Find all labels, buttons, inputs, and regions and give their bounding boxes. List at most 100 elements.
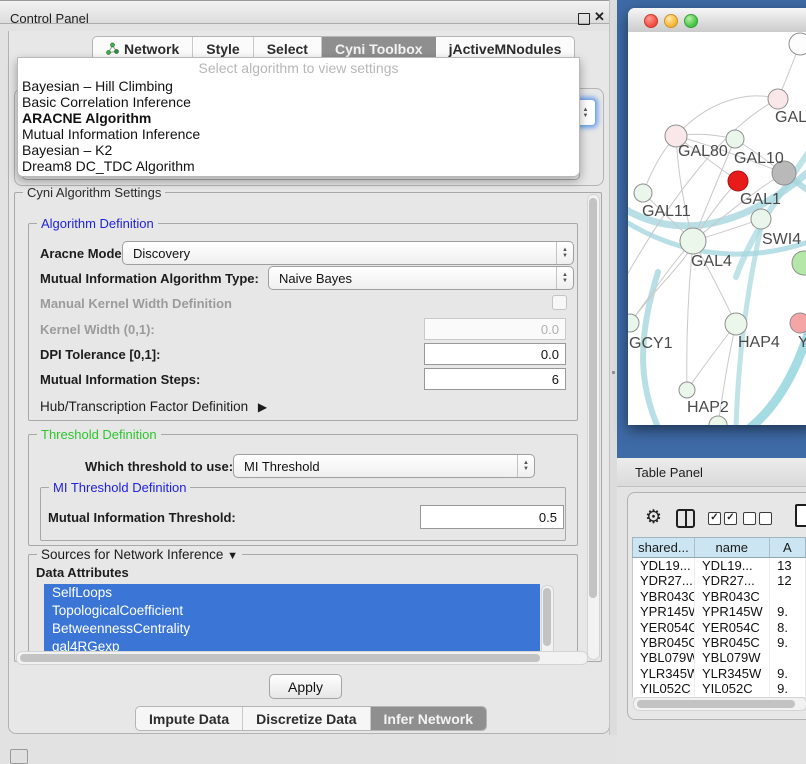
data-attribute-item[interactable]: BetweennessCentrality [44, 620, 540, 638]
table-cell[interactable]: 9. [770, 635, 806, 650]
network-window-titlebar[interactable] [628, 8, 806, 33]
network-node[interactable] [726, 130, 744, 148]
algorithm-option[interactable]: ARACNE Algorithm [18, 110, 579, 126]
minimize-traffic-light-icon[interactable] [664, 14, 678, 28]
network-node-y[interactable] [790, 313, 806, 333]
table-row[interactable]: YBR045CYBR045C9. [633, 635, 806, 650]
mi-threshold-input[interactable]: 0.5 [420, 505, 564, 529]
table-cell[interactable]: 13 [770, 558, 806, 573]
table-horizontal-scrollbar-thumb[interactable] [637, 700, 795, 708]
table-cell[interactable]: YBR043C [633, 589, 695, 604]
column-header[interactable]: name [695, 538, 770, 557]
zoom-traffic-light-icon[interactable] [684, 14, 698, 28]
network-node-gal[interactable] [768, 89, 788, 109]
table-cell[interactable]: 9. [770, 666, 806, 681]
table-cell[interactable]: 9. [770, 604, 806, 619]
attributes-scrollbar-thumb[interactable] [543, 588, 551, 646]
network-node[interactable] [792, 251, 806, 275]
data-attributes-list[interactable]: SelfLoopsTopologicalCoefficientBetweenne… [44, 584, 540, 656]
apply-button[interactable]: Apply [269, 674, 342, 699]
table-cell[interactable]: YIL052C [695, 681, 770, 696]
data-attribute-item[interactable]: SelfLoops [44, 584, 540, 602]
network-edge[interactable] [676, 96, 778, 136]
network-node-swi4[interactable] [751, 209, 771, 229]
network-node-label: GAL10 [734, 150, 784, 167]
sources-group-title[interactable]: Sources for Network Inference ▼ [37, 547, 242, 562]
mi-steps-input[interactable]: 6 [424, 368, 566, 390]
table-row[interactable]: YER054CYER054C8. [633, 620, 806, 635]
table-row[interactable]: YBL079WYBL079W [633, 650, 806, 665]
table-cell[interactable]: YER054C [633, 620, 695, 635]
tab-infer-network[interactable]: Infer Network [371, 707, 486, 730]
tab-discretize-data[interactable]: Discretize Data [243, 707, 370, 730]
table-cell[interactable]: YDL19... [695, 558, 770, 573]
table-cell[interactable]: YIL052C [633, 681, 695, 696]
table-cell[interactable]: 9. [770, 681, 806, 696]
network-node-gal4[interactable] [680, 228, 706, 254]
table-cell[interactable] [770, 589, 806, 604]
algorithm-option[interactable]: Dream8 DC_TDC Algorithm [18, 158, 579, 174]
network-node-hap2[interactable] [679, 382, 695, 398]
network-node-gal11[interactable] [634, 184, 652, 202]
table-cell[interactable]: YER054C [695, 620, 770, 635]
network-node-hap4[interactable] [725, 313, 747, 335]
which-threshold-combo[interactable]: MI Threshold ▲▼ [233, 454, 535, 478]
kernel-width-input[interactable]: 0.0 [424, 318, 566, 340]
algorithm-option[interactable]: Basic Correlation Inference [18, 94, 579, 110]
table-cell[interactable]: YBR045C [633, 635, 695, 650]
export-table-icon[interactable] [795, 504, 806, 527]
table-row[interactable]: YDR27...YDR27...12 [633, 573, 806, 588]
settings-vertical-scrollbar[interactable] [587, 194, 600, 660]
combo-stepper-icon: ▲▼ [556, 242, 573, 264]
network-node[interactable] [789, 33, 806, 55]
table-cell[interactable]: 8. [770, 620, 806, 635]
settings-horizontal-scrollbar-thumb[interactable] [20, 654, 540, 662]
network-node-gal1[interactable] [728, 171, 748, 191]
table-cell[interactable]: YBR045C [695, 635, 770, 650]
splitter-grip[interactable] [612, 371, 615, 374]
table-row[interactable]: YDL19...YDL19...13 [633, 558, 806, 573]
table-cell[interactable]: YBR043C [695, 589, 770, 604]
mi-algorithm-type-combo[interactable]: Naive Bayes ▲▼ [268, 266, 574, 290]
table-cell[interactable] [770, 650, 806, 665]
gear-icon[interactable]: ⚙ [645, 506, 662, 529]
table-cell[interactable]: YDL19... [633, 558, 695, 573]
table-cell[interactable]: YDR27... [695, 573, 770, 588]
algorithm-option[interactable]: Bayesian – Hill Climbing [18, 78, 579, 94]
algorithm-option[interactable]: Mutual Information Inference [18, 126, 579, 142]
columns-icon[interactable] [676, 509, 695, 528]
tab-impute-data[interactable]: Impute Data [136, 707, 243, 730]
table-cell[interactable]: YPR145W [695, 604, 770, 619]
table-row[interactable]: YPR145WYPR145W9. [633, 604, 806, 619]
network-node-gcy1[interactable] [628, 314, 639, 332]
table-horizontal-scrollbar[interactable] [633, 697, 806, 711]
dpi-tolerance-input[interactable]: 0.0 [424, 343, 566, 365]
column-header[interactable]: shared... [633, 538, 695, 557]
table-cell[interactable]: YLR345W [695, 666, 770, 681]
close-window-icon[interactable]: ✕ [594, 9, 605, 25]
select-all-checkboxes-icon[interactable]: ✓✓ [708, 512, 740, 525]
column-header[interactable]: A [770, 538, 805, 557]
network-canvas[interactable]: GALGAL80GAL10GAL1GAL11SWI4GAL4GCY1HAP4YH… [628, 32, 806, 425]
table-cell[interactable]: YBL079W [633, 650, 695, 665]
manual-kernel-checkbox[interactable] [552, 295, 567, 310]
table-cell[interactable]: YLR345W [633, 666, 695, 681]
table-row[interactable]: YIL052CYIL052C9. [633, 681, 806, 696]
settings-vertical-scrollbar-thumb[interactable] [589, 198, 597, 598]
close-traffic-light-icon[interactable] [644, 14, 658, 28]
data-attribute-item[interactable]: TopologicalCoefficient [44, 602, 540, 620]
table-cell[interactable]: YDR27... [633, 573, 695, 588]
table-cell[interactable]: YPR145W [633, 604, 695, 619]
network-node[interactable] [709, 416, 727, 425]
table-cell[interactable]: 12 [770, 573, 806, 588]
algorithm-option[interactable]: Bayesian – K2 [18, 142, 579, 158]
aracne-mode-combo[interactable]: Discovery ▲▼ [122, 241, 574, 265]
float-window-icon[interactable] [578, 13, 590, 25]
table-row[interactable]: YBR043CYBR043C [633, 589, 806, 604]
settings-horizontal-scrollbar[interactable] [16, 651, 588, 665]
table-cell[interactable]: YBL079W [695, 650, 770, 665]
hub-section-toggle[interactable]: Hub/Transcription Factor Definition ▶ [40, 399, 267, 414]
table-row[interactable]: YLR345WYLR345W9. [633, 666, 806, 681]
attributes-scrollbar[interactable] [541, 585, 554, 657]
deselect-all-checkboxes-icon[interactable] [743, 512, 775, 525]
